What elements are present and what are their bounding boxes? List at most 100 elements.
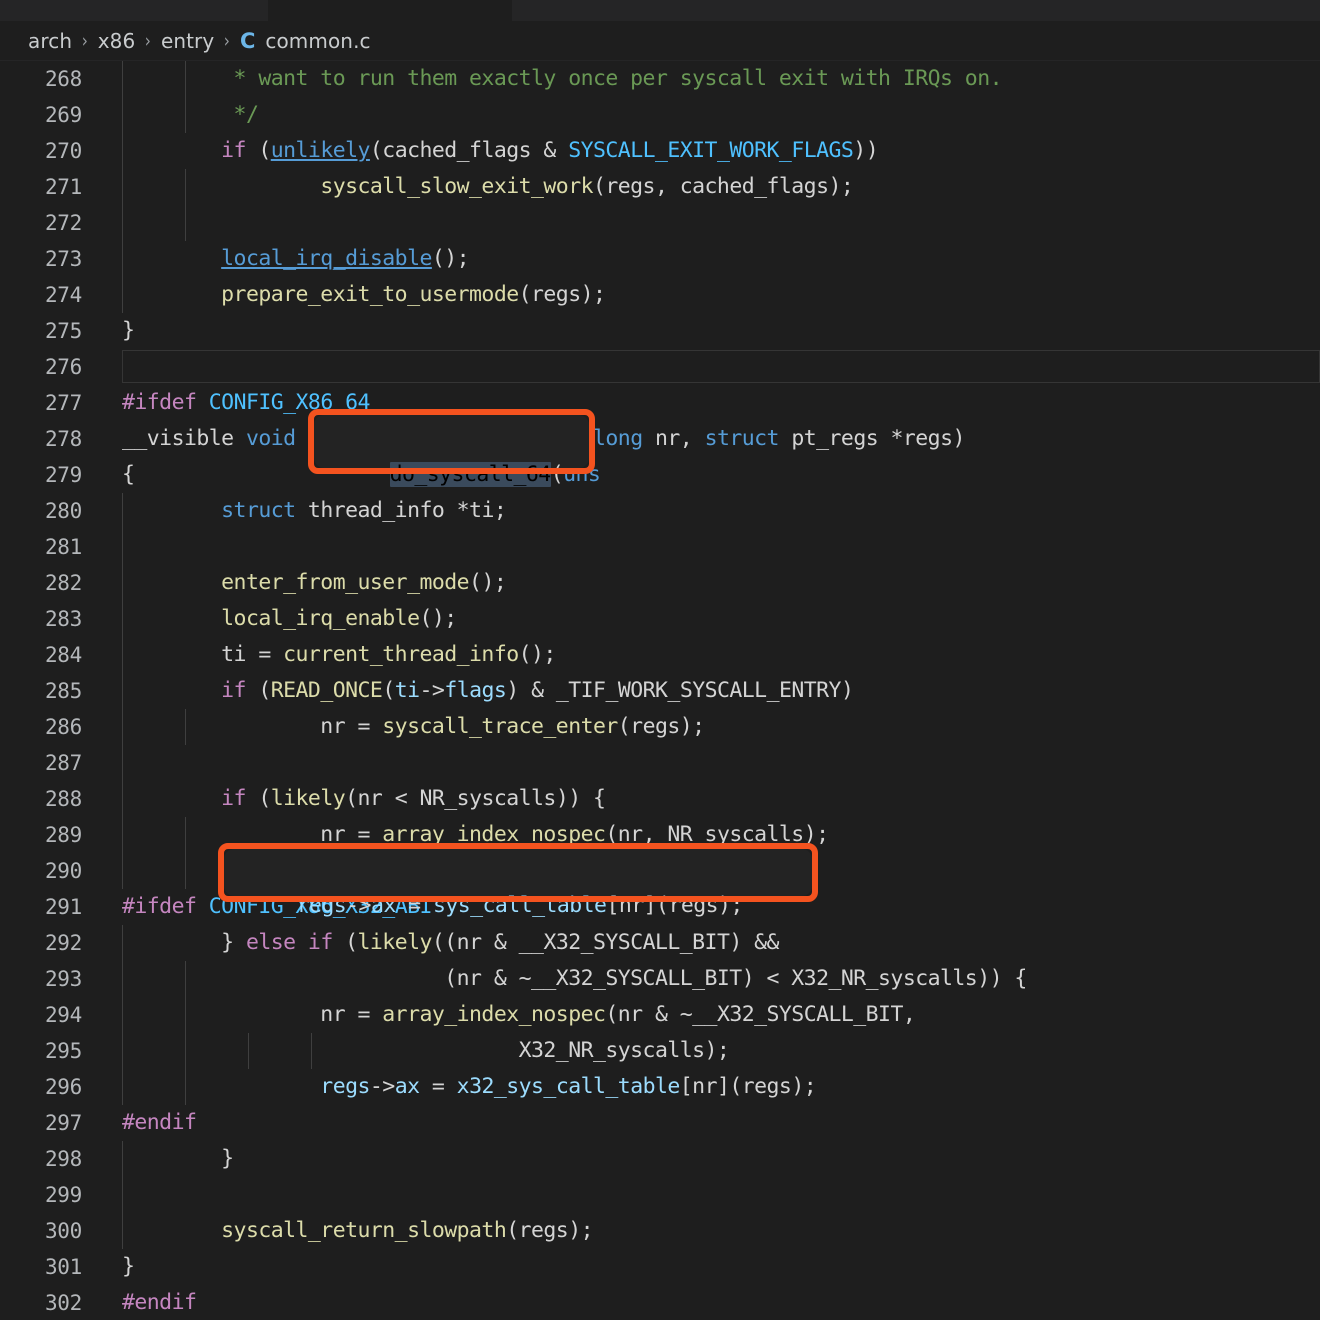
line-content: local_irq_enable(); xyxy=(221,606,457,631)
line-content: } xyxy=(122,1254,135,1279)
line-content: struct thread_info *ti; xyxy=(221,498,507,523)
line-number: 268 xyxy=(44,67,82,91)
code-line[interactable]: 294 nr = array_index_nospec(nr & ~__X32_… xyxy=(0,997,1320,1033)
line-content: nr = array_index_nospec(nr, NR_syscalls)… xyxy=(122,822,829,847)
line-number: 288 xyxy=(44,787,82,811)
line-number: 280 xyxy=(44,499,82,523)
line-number: 297 xyxy=(44,1111,82,1135)
code-line[interactable]: 292 } else if (likely((nr & __X32_SYSCAL… xyxy=(0,925,1320,961)
code-line-current[interactable]: 276 xyxy=(0,349,1320,385)
line-content: #endif xyxy=(122,1290,197,1315)
line-content: prepare_exit_to_usermode(regs); xyxy=(221,282,606,307)
code-editor[interactable]: 268 * want to run them exactly once per … xyxy=(0,61,1320,1320)
code-line[interactable]: 289 nr = array_index_nospec(nr, NR_sysca… xyxy=(0,817,1320,853)
line-number: 278 xyxy=(44,427,82,451)
line-content: nr = array_index_nospec(nr & ~__X32_SYSC… xyxy=(122,1002,916,1027)
breadcrumb-item-entry[interactable]: entry xyxy=(161,29,214,53)
line-number: 281 xyxy=(44,535,82,559)
line-number: 279 xyxy=(44,463,82,487)
line-content: local_irq_disable(); xyxy=(221,246,470,271)
breadcrumb-item-x86[interactable]: x86 xyxy=(98,29,136,53)
code-line[interactable]: 278 __visible void do_syscall_64(unsigne… xyxy=(0,421,1320,457)
line-content: __visible void do_syscall_64(unsigned lo… xyxy=(122,426,965,451)
code-line[interactable]: 298 } xyxy=(0,1141,1320,1177)
code-line[interactable]: 302 #endif xyxy=(0,1285,1320,1320)
line-number: 298 xyxy=(44,1147,82,1171)
line-number: 295 xyxy=(44,1039,82,1063)
line-number: 284 xyxy=(44,643,82,667)
line-number: 273 xyxy=(44,247,82,271)
line-content: if (unlikely(cached_flags & SYSCALL_EXIT… xyxy=(122,138,879,163)
line-number: 290 xyxy=(44,859,82,883)
line-number: 275 xyxy=(44,319,82,343)
line-content: enter_from_user_mode(); xyxy=(221,570,507,595)
code-line[interactable]: 290 regs->ax = sys_call_table[nr](regs); xyxy=(0,853,1320,889)
code-line[interactable]: 281 xyxy=(0,529,1320,565)
line-content: if (READ_ONCE(ti->flags) & _TIF_WORK_SYS… xyxy=(122,678,854,703)
code-line[interactable]: 273 local_irq_disable(); xyxy=(0,241,1320,277)
editor-tab-bar xyxy=(0,0,1320,21)
tab-active-common-c[interactable] xyxy=(268,0,512,21)
line-content: #ifdef CONFIG_X86_X32_ABI xyxy=(122,894,432,919)
code-line[interactable]: 271 syscall_slow_exit_work(regs, cached_… xyxy=(0,169,1320,205)
breadcrumb-item-file[interactable]: common.c xyxy=(265,29,370,53)
code-line[interactable]: 287 xyxy=(0,745,1320,781)
line-number: 300 xyxy=(44,1219,82,1243)
vscode-editor-window: arch › x86 › entry › C common.c 268 * wa… xyxy=(0,0,1320,1320)
code-line[interactable]: 283 local_irq_enable(); xyxy=(0,601,1320,637)
line-number: 282 xyxy=(44,571,82,595)
line-number: 272 xyxy=(44,211,82,235)
code-line[interactable]: 295 X32_NR_syscalls); xyxy=(0,1033,1320,1069)
code-line[interactable]: 285 if (READ_ONCE(ti->flags) & _TIF_WORK… xyxy=(0,673,1320,709)
line-content: ti = current_thread_info(); xyxy=(122,642,556,667)
line-number: 271 xyxy=(44,175,82,199)
code-line[interactable]: 270 if (unlikely(cached_flags & SYSCALL_… xyxy=(0,133,1320,169)
tab-inactive-right[interactable] xyxy=(512,0,1320,21)
code-line[interactable]: 293 (nr & ~__X32_SYSCALL_BIT) < X32_NR_s… xyxy=(0,961,1320,997)
line-content: syscall_slow_exit_work(regs, cached_flag… xyxy=(320,174,854,199)
code-line[interactable]: 282 enter_from_user_mode(); xyxy=(0,565,1320,601)
code-line[interactable]: 279 { xyxy=(0,457,1320,493)
line-number: 296 xyxy=(44,1075,82,1099)
code-line[interactable]: 299 xyxy=(0,1177,1320,1213)
code-line[interactable]: 284 ti = current_thread_info(); xyxy=(0,637,1320,673)
line-content: (nr & ~__X32_SYSCALL_BIT) < X32_NR_sysca… xyxy=(122,966,1027,991)
line-content: */ xyxy=(122,102,259,127)
code-line[interactable]: 280 struct thread_info *ti; xyxy=(0,493,1320,529)
line-number: 289 xyxy=(44,823,82,847)
line-content: X32_NR_syscalls); xyxy=(122,1038,730,1063)
code-line[interactable]: 296 regs->ax = x32_sys_call_table[nr](re… xyxy=(0,1069,1320,1105)
code-line[interactable]: 274 prepare_exit_to_usermode(regs); xyxy=(0,277,1320,313)
line-number: 291 xyxy=(44,895,82,919)
code-line[interactable]: 272 xyxy=(0,205,1320,241)
breadcrumb-item-arch[interactable]: arch xyxy=(28,29,72,53)
line-number: 293 xyxy=(44,967,82,991)
line-number: 302 xyxy=(44,1291,82,1315)
code-line[interactable]: 269 */ xyxy=(0,97,1320,133)
code-line[interactable]: 275 } xyxy=(0,313,1320,349)
code-line[interactable]: 286 nr = syscall_trace_enter(regs); xyxy=(0,709,1320,745)
line-number: 287 xyxy=(44,751,82,775)
line-content: } else if (likely((nr & __X32_SYSCALL_BI… xyxy=(122,930,779,955)
tab-inactive-left[interactable] xyxy=(0,0,268,21)
code-line[interactable]: 291 #ifdef CONFIG_X86_X32_ABI xyxy=(0,889,1320,925)
code-line[interactable]: 277 #ifdef CONFIG_X86_64 xyxy=(0,385,1320,421)
c-file-icon: C xyxy=(239,28,256,53)
code-line[interactable]: 288 if (likely(nr < NR_syscalls)) { xyxy=(0,781,1320,817)
line-number: 285 xyxy=(44,679,82,703)
line-number: 277 xyxy=(44,391,82,415)
code-line[interactable]: 268 * want to run them exactly once per … xyxy=(0,61,1320,97)
line-number: 299 xyxy=(44,1183,82,1207)
line-number: 294 xyxy=(44,1003,82,1027)
line-number: 269 xyxy=(44,103,82,127)
line-content: * want to run them exactly once per sysc… xyxy=(122,66,1003,91)
line-number: 292 xyxy=(44,931,82,955)
line-content: } xyxy=(122,1146,234,1171)
line-content: nr = syscall_trace_enter(regs); xyxy=(122,714,705,739)
line-number: 286 xyxy=(44,715,82,739)
code-line[interactable]: 301 } xyxy=(0,1249,1320,1285)
code-line[interactable]: 297 #endif xyxy=(0,1105,1320,1141)
line-number: 270 xyxy=(44,139,82,163)
line-number: 274 xyxy=(44,283,82,307)
code-line[interactable]: 300 syscall_return_slowpath(regs); xyxy=(0,1213,1320,1249)
